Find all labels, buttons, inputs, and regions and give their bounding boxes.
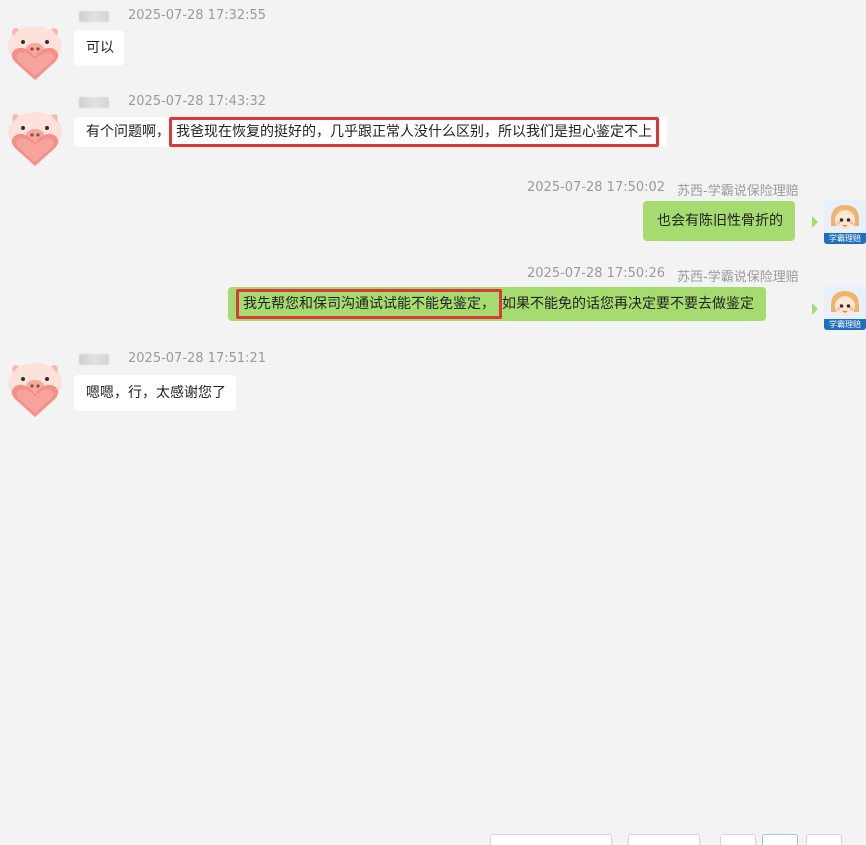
- sender-name: 苏西-学霸说保险理赔: [677, 270, 799, 285]
- message-timestamp: 2025-07-28 17:51:21: [128, 351, 267, 366]
- agent-cartoon-avatar[interactable]: 学霸理赔: [824, 200, 866, 244]
- sender-name: 苏西-学霸说保险理赔: [677, 184, 799, 199]
- sender-name-blurred: [79, 97, 109, 108]
- bubble-tail: [812, 303, 818, 315]
- sender-name-blurred: [79, 11, 109, 22]
- pig-heart-avatar[interactable]: [4, 108, 66, 170]
- bottom-toolbar: [0, 416, 866, 845]
- message-row: 2025-07-28 17:50:26 苏西-学霸说保险理赔 我先帮您和保司沟通…: [0, 262, 866, 342]
- bubble-tail: [812, 216, 818, 228]
- pig-heart-avatar[interactable]: [4, 359, 66, 421]
- message-row: 2025-07-28 17:43:32 有个问题啊， 我爸现在恢复的挺好的，几乎跟…: [0, 86, 866, 176]
- toolbar-button[interactable]: [628, 834, 700, 845]
- toolbar-button[interactable]: [762, 834, 798, 845]
- message-row: 2025-07-28 17:50:02 苏西-学霸说保险理赔 也会有陈旧性骨折的…: [0, 176, 866, 256]
- avatar-label: 学霸理赔: [829, 234, 861, 243]
- message-row: 2025-07-28 17:51:21 嗯嗯，行，太感谢您了: [0, 343, 866, 417]
- message-bubble[interactable]: 我先帮您和保司沟通试试能不能免鉴定， 如果不能免的话您再决定要不要去做鉴定: [228, 287, 766, 321]
- toolbar-button[interactable]: [806, 834, 842, 845]
- message-bubble[interactable]: 也会有陈旧性骨折的: [643, 201, 795, 241]
- message-text: 嗯嗯，行，太感谢您了: [86, 385, 226, 401]
- message-bubble[interactable]: 有个问题啊， 我爸现在恢复的挺好的，几乎跟正常人没什么区别，所以我们是担心鉴定不上: [74, 117, 667, 147]
- message-timestamp: 2025-07-28 17:50:02: [527, 180, 666, 195]
- message-text-prefix: 有个问题啊，: [86, 124, 170, 140]
- message-text: 也会有陈旧性骨折的: [657, 213, 783, 229]
- message-timestamp: 2025-07-28 17:43:32: [128, 94, 267, 109]
- avatar-label: 学霸理赔: [829, 320, 861, 329]
- message-bubble[interactable]: 嗯嗯，行，太感谢您了: [74, 375, 236, 411]
- toolbar-button[interactable]: [490, 834, 612, 845]
- highlighted-text-box: 我先帮您和保司沟通试试能不能免鉴定，: [236, 289, 502, 319]
- message-timestamp: 2025-07-28 17:50:26: [527, 266, 666, 281]
- message-timestamp: 2025-07-28 17:32:55: [128, 8, 267, 23]
- pig-heart-avatar[interactable]: [4, 22, 66, 84]
- message-row: 2025-07-28 17:32:55 可以: [0, 0, 866, 80]
- sender-name-blurred: [79, 354, 109, 365]
- toolbar-button[interactable]: [720, 834, 756, 845]
- message-text-suffix: 如果不能免的话您再决定要不要去做鉴定: [502, 296, 754, 312]
- highlighted-text-box: 我爸现在恢复的挺好的，几乎跟正常人没什么区别，所以我们是担心鉴定不上: [169, 117, 659, 147]
- agent-cartoon-avatar[interactable]: 学霸理赔: [824, 286, 866, 330]
- message-bubble[interactable]: 可以: [74, 30, 124, 66]
- message-text: 可以: [86, 40, 114, 56]
